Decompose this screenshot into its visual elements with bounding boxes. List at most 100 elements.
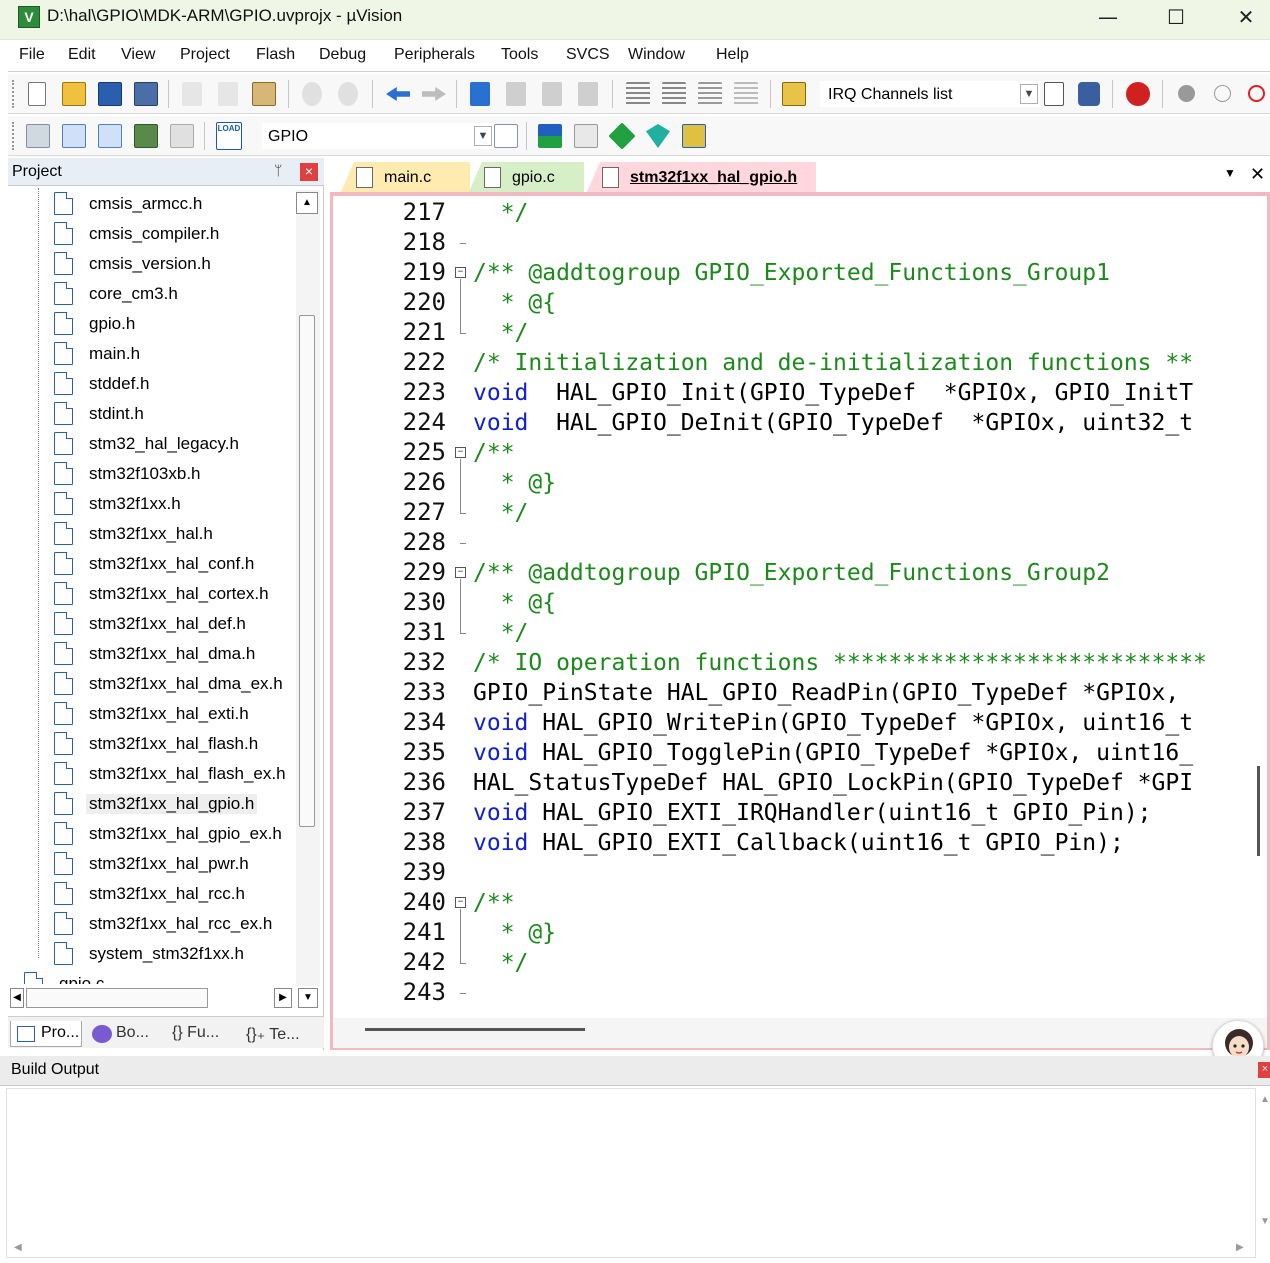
code-text-area[interactable]: */ /** @addtogroup GPIO_Exported_Function… <box>469 196 1251 1018</box>
scroll-right-icon[interactable]: ▶ <box>274 988 292 1008</box>
scroll-left-icon[interactable]: ◀ <box>10 988 24 1008</box>
code-line[interactable]: * @} <box>473 920 556 946</box>
code-line[interactable]: /* IO operation functions **************… <box>473 650 1207 676</box>
tree-file-item[interactable]: stm32f103xb.h <box>54 460 294 488</box>
uncomment-icon[interactable] <box>734 82 758 106</box>
code-line[interactable]: void HAL_GPIO_DeInit(GPIO_TypeDef *GPIOx… <box>473 410 1193 436</box>
code-line[interactable]: /** @addtogroup GPIO_Exported_Functions_… <box>473 560 1110 586</box>
paste-icon[interactable] <box>252 82 276 106</box>
tree-file-item[interactable]: cmsis_armcc.h <box>54 190 294 218</box>
incremental-find-icon[interactable] <box>1078 82 1100 106</box>
redo-icon[interactable] <box>338 82 358 106</box>
scroll-thumb[interactable] <box>365 1028 585 1031</box>
tree-file-item[interactable]: stm32f1xx_hal_exti.h <box>54 700 294 728</box>
menu-view[interactable]: View <box>121 46 155 64</box>
manage-rte-icon[interactable] <box>608 122 636 150</box>
tree-file-item[interactable]: stm32f1xx_hal_rcc_ex.h <box>54 910 294 938</box>
editor-tab-hal-gpio-h[interactable]: stm32f1xx_hal_gpio.h <box>586 162 816 194</box>
copy-icon[interactable] <box>218 82 238 106</box>
nav-forward-icon[interactable] <box>422 87 446 101</box>
tree-file-item[interactable]: system_stm32f1xx.h <box>54 940 294 968</box>
tree-file-item[interactable]: gpio.c <box>24 970 264 984</box>
menu-project[interactable]: Project <box>180 46 230 64</box>
code-editor[interactable]: 217 218 219 220 221 222 223 224 225 226 227 228 229 2… <box>330 192 1270 1050</box>
tree-file-item[interactable]: stm32f1xx_hal_gpio_ex.h <box>54 820 294 848</box>
tree-file-item[interactable]: stm32f1xx_hal_conf.h <box>54 550 294 578</box>
close-panel-button[interactable]: × <box>300 163 318 181</box>
build-icon[interactable] <box>62 124 86 148</box>
tree-file-item[interactable]: cmsis_version.h <box>54 250 294 278</box>
toolbar-grip[interactable] <box>12 80 16 108</box>
code-line[interactable]: */ <box>473 200 529 226</box>
tree-file-item[interactable]: stm32f1xx_hal_pwr.h <box>54 850 294 878</box>
code-line[interactable]: /* Initialization and de-initialization … <box>473 350 1193 376</box>
code-line[interactable]: void HAL_GPIO_TogglePin(GPIO_TypeDef *GP… <box>473 740 1193 766</box>
breakpoint-disable-icon[interactable] <box>1214 85 1231 102</box>
editor-horizontal-scrollbar[interactable] <box>333 1018 1267 1048</box>
bookmark-icon[interactable] <box>470 82 490 106</box>
bookmark-prev-icon[interactable] <box>506 82 526 106</box>
scroll-up-icon[interactable]: ▲ <box>296 192 318 214</box>
tree-file-item[interactable]: stm32f1xx_hal_dma_ex.h <box>54 670 294 698</box>
code-line[interactable]: /** <box>473 890 515 916</box>
tree-file-item[interactable]: stm32f1xx_hal_gpio.h <box>54 790 294 818</box>
translate-icon[interactable] <box>26 124 50 148</box>
project-vertical-scrollbar[interactable]: ▲ <box>296 190 320 990</box>
manage-project-items-icon[interactable] <box>538 124 562 148</box>
fold-collapse-icon[interactable]: − <box>455 567 466 578</box>
tree-file-item[interactable]: cmsis_compiler.h <box>54 220 294 248</box>
tree-file-item[interactable]: stm32f1xx_hal_def.h <box>54 610 294 638</box>
tree-file-item[interactable]: main.h <box>54 340 294 368</box>
code-line[interactable]: */ <box>473 950 529 976</box>
undo-icon[interactable] <box>302 82 322 106</box>
bookmark-clear-icon[interactable] <box>578 82 598 106</box>
rebuild-icon[interactable] <box>98 124 122 148</box>
load-icon[interactable]: LOAD <box>216 122 242 150</box>
save-icon[interactable] <box>98 82 122 106</box>
chevron-down-icon[interactable]: ▼ <box>1020 84 1038 104</box>
menu-help[interactable]: Help <box>716 46 749 64</box>
target-select[interactable]: GPIO ▼ <box>262 123 494 149</box>
tree-file-item[interactable]: stm32f1xx_hal.h <box>54 520 294 548</box>
tree-file-item[interactable]: core_cm3.h <box>54 280 294 308</box>
tree-file-item[interactable]: stddef.h <box>54 370 294 398</box>
tab-functions[interactable]: {} Fu... <box>168 1021 238 1047</box>
tree-file-item[interactable]: stm32f1xx_hal_flash_ex.h <box>54 760 294 788</box>
code-line[interactable]: void HAL_GPIO_Init(GPIO_TypeDef *GPIOx, … <box>473 380 1193 406</box>
select-packs-icon[interactable] <box>574 124 598 148</box>
scroll-thumb[interactable] <box>26 988 208 1008</box>
tree-file-item[interactable]: stm32_hal_legacy.h <box>54 430 294 458</box>
code-line[interactable]: void HAL_GPIO_EXTI_IRQHandler(uint16_t G… <box>473 800 1152 826</box>
device-database-icon[interactable] <box>682 124 706 148</box>
editor-vertical-scrollbar[interactable] <box>1251 196 1267 1018</box>
tree-file-item[interactable]: gpio.h <box>54 310 294 338</box>
breakpoint-kill-icon[interactable] <box>1248 85 1265 102</box>
editor-tab-gpio-c[interactable]: gpio.c <box>468 162 584 194</box>
menu-peripherals[interactable]: Peripherals <box>394 46 475 64</box>
code-line[interactable]: HAL_StatusTypeDef HAL_GPIO_LockPin(GPIO_… <box>473 770 1193 796</box>
tree-file-item[interactable]: stm32f1xx_hal_cortex.h <box>54 580 294 608</box>
debug-session-icon[interactable] <box>1126 82 1150 106</box>
close-tab-icon[interactable]: ✕ <box>1250 164 1265 185</box>
menu-flash[interactable]: Flash <box>256 46 295 64</box>
editor-tab-main-c[interactable]: main.c <box>340 162 470 194</box>
code-line[interactable]: /** @addtogroup GPIO_Exported_Functions_… <box>473 260 1110 286</box>
fold-collapse-icon[interactable]: − <box>455 897 466 908</box>
code-line[interactable]: */ <box>473 320 529 346</box>
unindent-icon[interactable] <box>662 82 686 106</box>
code-line[interactable]: * @{ <box>473 290 556 316</box>
tab-list-dropdown-icon[interactable]: ▼ <box>1224 166 1236 180</box>
scroll-thumb[interactable] <box>299 315 315 827</box>
menu-file[interactable]: File <box>19 46 45 64</box>
code-line[interactable]: /** <box>473 440 515 466</box>
toolbar-grip[interactable] <box>12 122 16 150</box>
tree-file-item[interactable]: stm32f1xx_hal_rcc.h <box>54 880 294 908</box>
minimize-button[interactable]: — <box>1086 4 1130 30</box>
scroll-thumb[interactable] <box>1257 766 1260 856</box>
pack-installer-icon[interactable] <box>646 124 670 148</box>
find-icon[interactable] <box>1044 82 1064 106</box>
close-panel-button[interactable]: × <box>1258 1062 1270 1078</box>
menu-svcs[interactable]: SVCS <box>566 46 610 64</box>
menu-tools[interactable]: Tools <box>501 46 538 64</box>
menu-debug[interactable]: Debug <box>319 46 366 64</box>
